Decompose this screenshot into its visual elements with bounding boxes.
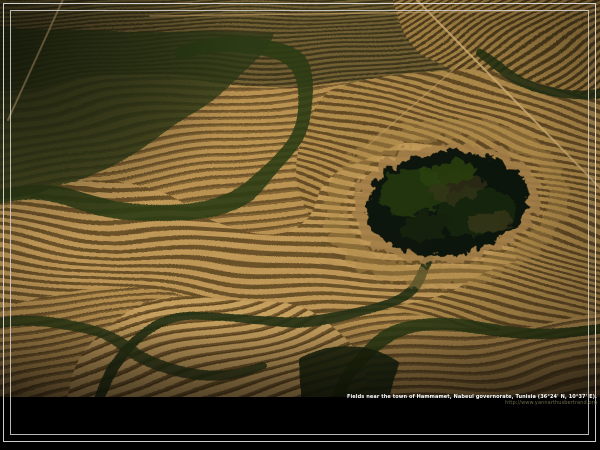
caption: Fields near the town of Hammamet, Nabeul… — [3, 394, 597, 418]
aerial-photo — [0, 0, 600, 397]
wallpaper-stage: Fields near the town of Hammamet, Nabeul… — [0, 0, 600, 450]
lighting-layer — [0, 0, 600, 397]
caption-url: http://www.yannarthusbertrand.org — [300, 400, 597, 406]
aerial-photo-scene — [0, 0, 600, 397]
